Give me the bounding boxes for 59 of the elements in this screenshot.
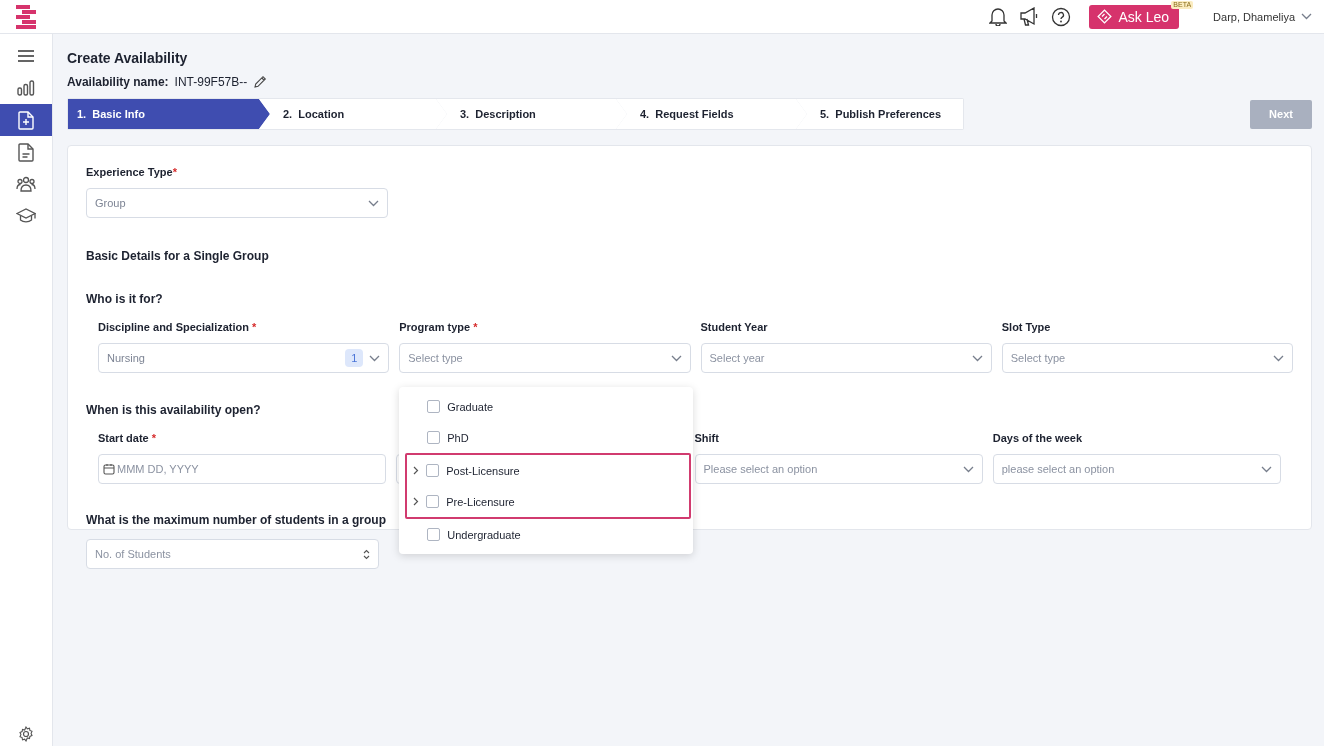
sparkle-icon [1097,9,1113,24]
page-title: Create Availability [67,50,189,66]
name-label: Availability name: [67,75,169,89]
calendar-icon [103,463,115,475]
help-icon[interactable] [1051,6,1072,27]
step-tab[interactable]: 2. Location [259,99,447,129]
field-label: Experience Type* [86,166,178,178]
settings-icon[interactable] [18,726,34,742]
dropdown-option[interactable]: Graduate [399,391,694,422]
step-tab[interactable]: 1. Basic Info [68,99,270,129]
checkbox[interactable] [427,400,441,413]
step-tab[interactable]: 3. Description [436,99,627,129]
field-label: Days of the week [992,432,1083,444]
chevron-right-icon [413,466,420,475]
dropdown-option[interactable]: PhD [399,422,694,453]
chevron-down-icon [368,199,379,207]
chevron-down-icon [670,354,682,362]
section-title: Basic Details for a Single Group [86,249,269,263]
chevron-down-icon [1301,13,1312,20]
field-label: Program type * [399,321,479,333]
document-icon[interactable] [18,142,34,162]
dropdown-option[interactable]: Pre-Licensure [407,486,690,517]
user-menu[interactable]: Darp, Dhameliya [1213,10,1312,23]
section-title: Who is it for? [86,292,163,306]
step-tab[interactable]: 4. Request Fields [616,99,807,129]
chevron-down-icon [1261,465,1272,473]
dropdown-option[interactable]: Undergraduate [399,519,694,550]
checkbox[interactable] [427,431,441,444]
pencil-icon[interactable] [253,75,268,89]
dropdown-option[interactable]: Post-Licensure [407,455,690,486]
bar-chart-icon[interactable] [17,80,35,96]
checkbox[interactable] [427,528,441,541]
step-tab[interactable]: 5. Publish Preferences [796,99,963,129]
field-label: Slot Type [1001,321,1052,333]
spinner-icon[interactable] [363,548,370,560]
logo-icon[interactable] [16,4,37,29]
bell-icon[interactable] [989,7,1008,26]
graduation-cap-icon[interactable] [16,208,36,224]
availability-name: INT-99F57B-- [174,75,248,89]
chevron-down-icon [962,465,974,473]
section-title: What is the maximum number of students in a group [86,513,387,527]
checkbox[interactable] [426,495,440,508]
checkbox[interactable] [426,464,440,477]
chevron-down-icon [1273,354,1284,362]
field-label: Shift [694,432,720,444]
field-label: Discipline and Specialization * [98,321,258,333]
megaphone-icon[interactable] [1019,7,1040,26]
field-label: Student Year [700,321,769,333]
select-field[interactable]: Group [86,188,388,218]
chevron-down-icon [971,354,983,362]
people-icon[interactable] [16,176,36,192]
chevron-down-icon [369,354,381,362]
sidebar-item[interactable] [0,104,52,136]
chevron-right-icon [413,497,420,506]
select-field[interactable]: Nursing 1 [98,343,390,373]
count-badge: 1 [345,349,364,367]
file-plus-icon[interactable] [18,110,34,130]
section-title: When is this availability open? [86,403,261,417]
field-label: Start date * [98,432,158,444]
